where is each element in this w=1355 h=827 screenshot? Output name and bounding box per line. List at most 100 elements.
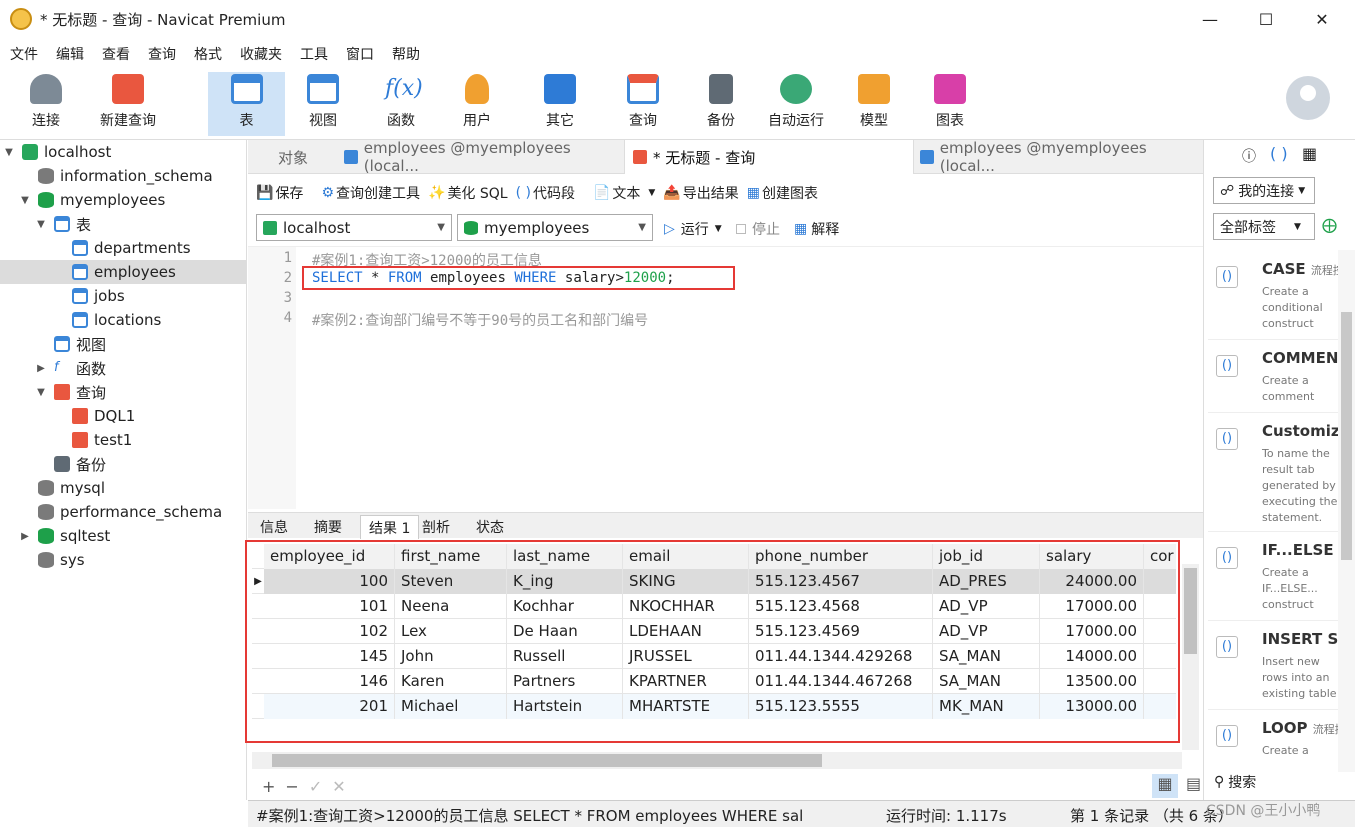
info-icon[interactable]: ⓘ — [1242, 146, 1256, 166]
scroll-thumb[interactable] — [272, 754, 822, 767]
collapse-icon[interactable]: ▼ — [2, 147, 16, 158]
menu-edit[interactable]: 编辑 — [56, 44, 84, 64]
my-connections-select[interactable]: ☍ 我的连接 ▼ — [1213, 177, 1315, 204]
apply-icon[interactable]: ✓ — [309, 777, 322, 796]
tree-locations[interactable]: locations — [52, 308, 161, 332]
add-snippet-icon[interactable]: ⨁ — [1322, 216, 1337, 234]
tree-tables[interactable]: ▼ 表 — [34, 212, 91, 236]
snippet-search[interactable]: ⚲ 搜索 — [1214, 772, 1256, 792]
create-chart-button[interactable]: 创建图表 — [762, 183, 818, 203]
delete-row-icon[interactable]: − — [285, 777, 298, 796]
function-label: 函数 — [387, 113, 415, 129]
form-view-icon[interactable]: ▤ — [1186, 774, 1201, 793]
tree-test1[interactable]: test1 — [52, 428, 132, 452]
text-button[interactable]: 文本 — [612, 183, 640, 203]
collapse-icon[interactable]: ▼ — [34, 219, 48, 230]
close-button[interactable]: ✕ — [1294, 0, 1350, 38]
minimize-button[interactable]: — — [1182, 0, 1238, 38]
new-query-button[interactable]: 新建查询 — [92, 72, 164, 136]
tree-dql1[interactable]: DQL1 — [52, 404, 135, 428]
menu-format[interactable]: 格式 — [194, 44, 222, 64]
query-button[interactable]: 查询 — [612, 72, 674, 136]
snippet-case[interactable]: () CASE 流程控 Create a conditional constru… — [1208, 252, 1344, 340]
tree-jobs[interactable]: jobs — [52, 284, 125, 308]
tab-untitled-query[interactable]: * 无标题 - 查询 — [624, 140, 914, 174]
tree-information-schema[interactable]: information_schema — [18, 164, 213, 188]
snippet-if-else[interactable]: () IF...ELSE Create a IF...ELSE... const… — [1208, 533, 1338, 621]
tree-localhost[interactable]: ▼ localhost — [2, 140, 111, 164]
tree-backups[interactable]: 备份 — [34, 452, 106, 476]
save-button[interactable]: 保存 — [275, 183, 303, 203]
discard-icon[interactable]: ✕ — [332, 777, 345, 796]
connection-select[interactable]: localhost ▼ — [256, 214, 452, 241]
layout-icon[interactable]: ▦ — [1302, 144, 1317, 163]
view-button[interactable]: 视图 — [292, 72, 354, 136]
snippet-scrollbar[interactable] — [1338, 250, 1355, 772]
menu-file[interactable]: 文件 — [10, 44, 38, 64]
stop-button[interactable]: 停止 — [736, 219, 780, 239]
explain-button[interactable]: ▦ 解释 — [794, 219, 839, 239]
snippet-loop[interactable]: () LOOP 流程控 Create a — [1208, 711, 1346, 763]
beautify-sql-button[interactable]: 美化 SQL — [447, 183, 507, 203]
model-button[interactable]: 模型 — [844, 72, 904, 136]
snippet-comment[interactable]: () COMMEN Create a comment — [1208, 341, 1338, 413]
tree-sys[interactable]: sys — [18, 548, 85, 572]
tree-views[interactable]: 视图 — [34, 332, 106, 356]
chevron-down-icon[interactable]: ▼ — [715, 224, 722, 234]
tab-result-1[interactable]: 结果 1 — [360, 515, 420, 539]
maximize-button[interactable]: ☐ — [1238, 0, 1294, 38]
menu-window[interactable]: 窗口 — [346, 44, 374, 64]
code-icon[interactable]: ( ) — [1270, 144, 1288, 163]
menu-view[interactable]: 查看 — [102, 44, 130, 64]
menu-help[interactable]: 帮助 — [392, 44, 420, 64]
connect-button[interactable]: 连接 — [18, 72, 74, 136]
tree-performance-schema[interactable]: performance_schema — [18, 500, 222, 524]
export-results-button[interactable]: 导出结果 — [683, 183, 739, 203]
function-button[interactable]: f(x) 函数 — [370, 72, 432, 136]
tree-queries[interactable]: ▼ 查询 — [34, 380, 106, 404]
scroll-thumb[interactable] — [1341, 312, 1352, 560]
menu-tools[interactable]: 工具 — [300, 44, 328, 64]
other-button[interactable]: 其它 — [530, 72, 590, 136]
collapse-icon[interactable]: ▼ — [18, 195, 32, 206]
grid-horizontal-scrollbar[interactable] — [252, 752, 1182, 769]
grid-view-icon[interactable]: ▦ — [1152, 774, 1178, 798]
user-button[interactable]: 用户 — [446, 72, 508, 136]
tree-myemployees[interactable]: ▼ myemployees — [18, 188, 165, 212]
tags-select[interactable]: 全部标签 ▼ — [1213, 213, 1315, 240]
scroll-thumb[interactable] — [1184, 568, 1197, 654]
tab-summary[interactable]: 摘要 — [306, 515, 350, 539]
collapse-icon[interactable]: ▼ — [34, 387, 48, 398]
tree-departments[interactable]: departments — [52, 236, 191, 260]
snippet-customize[interactable]: () Customiz To name the result tab gener… — [1208, 414, 1340, 532]
tab-employees-1[interactable]: employees @myemployees (local... — [336, 139, 626, 175]
chevron-down-icon[interactable]: ▼ — [648, 188, 655, 198]
run-button[interactable]: ▷ 运行 ▼ — [664, 219, 722, 239]
tab-status[interactable]: 状态 — [468, 515, 512, 539]
database-select[interactable]: myemployees ▼ — [457, 214, 653, 241]
expand-icon[interactable]: ▶ — [34, 363, 48, 374]
snippet-button[interactable]: 代码段 — [533, 183, 575, 203]
menu-query[interactable]: 查询 — [148, 44, 176, 64]
table-button[interactable]: 表 — [208, 72, 285, 136]
expand-icon[interactable]: ▶ — [18, 531, 32, 542]
tree-sqltest[interactable]: ▶ sqltest — [18, 524, 110, 548]
user-avatar[interactable] — [1286, 76, 1330, 120]
chart-button[interactable]: 图表 — [920, 72, 980, 136]
query-builder-button[interactable]: 查询创建工具 — [336, 183, 420, 203]
tab-info[interactable]: 信息 — [252, 515, 296, 539]
tab-employees-2[interactable]: employees @myemployees (local... — [912, 139, 1202, 175]
table-icon — [54, 216, 70, 232]
automation-button[interactable]: 自动运行 — [760, 72, 832, 136]
add-row-icon[interactable]: + — [262, 777, 275, 796]
snippet-insert[interactable]: () INSERT Sy Insert new rows into an exi… — [1208, 622, 1348, 710]
grid-vertical-scrollbar[interactable] — [1182, 564, 1199, 750]
backup-button[interactable]: 备份 — [690, 72, 752, 136]
tools-icon — [544, 74, 576, 104]
tree-employees[interactable]: employees — [0, 260, 246, 284]
tab-objects[interactable]: 对象 — [270, 140, 340, 174]
menu-favorites[interactable]: 收藏夹 — [240, 44, 282, 64]
tab-profile[interactable]: 剖析 — [414, 515, 458, 539]
tree-mysql[interactable]: mysql — [18, 476, 105, 500]
tree-functions[interactable]: ▶ f 函数 — [34, 356, 106, 380]
